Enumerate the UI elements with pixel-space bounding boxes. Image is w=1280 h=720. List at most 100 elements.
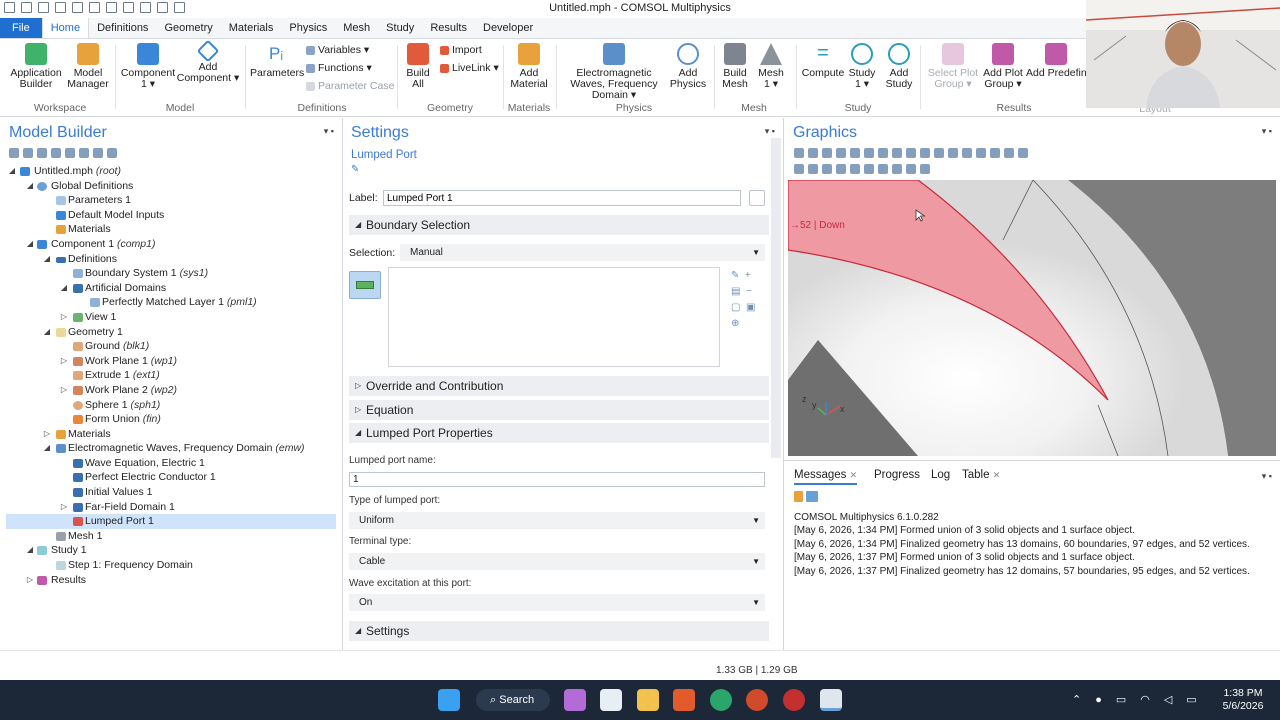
tab-geometry[interactable]: Geometry	[156, 18, 220, 38]
copy-selection-icon[interactable]: ▤ −	[731, 284, 767, 300]
tab-log[interactable]: Log	[931, 469, 950, 481]
terminal-type-dropdown[interactable]: Cable ▼	[349, 553, 765, 570]
tree-node-study-1[interactable]: ◢ Study 1	[6, 543, 336, 558]
reset-view-icon[interactable]	[934, 148, 944, 158]
tree-options-icon[interactable]	[93, 148, 103, 158]
tree-node-work-plane-2[interactable]: ▷ Work Plane 2 (wp2)	[6, 383, 336, 398]
panel-menu-icon[interactable]: ▾ ▪	[1262, 471, 1272, 482]
tree-node-default-model-inputs[interactable]: Default Model Inputs	[6, 208, 336, 223]
tree-node-work-plane-1[interactable]: ▷ Work Plane 1 (wp1)	[6, 354, 336, 369]
tree-node-mesh-1[interactable]: Mesh 1	[6, 529, 336, 544]
scene-light-icon[interactable]	[878, 164, 888, 174]
tab-definitions[interactable]: Definitions	[89, 18, 156, 38]
parameters-button[interactable]: Pᵢ Parameters	[250, 43, 304, 79]
port-type-dropdown[interactable]: Uniform ▼	[349, 512, 765, 529]
tab-file[interactable]: File	[0, 18, 42, 38]
tree-node-initial-values[interactable]: Initial Values 1	[6, 485, 336, 500]
selection-toggle-button[interactable]	[349, 271, 381, 299]
section-boundary-selection[interactable]: ◢ Boundary Selection	[349, 215, 769, 235]
zoom-selection-icon[interactable]	[850, 148, 860, 158]
view-xy-icon[interactable]	[878, 148, 888, 158]
render-icon[interactable]	[948, 148, 958, 158]
panel-menu-icon[interactable]: ▾ ▪	[1262, 126, 1272, 137]
tab-study[interactable]: Study	[378, 18, 422, 38]
label-input[interactable]	[383, 190, 741, 206]
messages-options-icon[interactable]	[806, 491, 819, 502]
store-icon[interactable]	[600, 689, 622, 711]
tab-mesh[interactable]: Mesh	[335, 18, 378, 38]
refresh-icon[interactable]	[892, 164, 902, 174]
clear-selection-icon[interactable]: ▢ ▣	[731, 300, 767, 316]
boundary-icon[interactable]	[864, 164, 874, 174]
graphics-toolbar-row-2[interactable]	[794, 164, 1094, 177]
start-icon[interactable]	[438, 689, 460, 711]
lights-icon[interactable]	[962, 148, 972, 158]
functions-button[interactable]: Functions ▾	[306, 62, 372, 74]
section-equation[interactable]: ▷ Equation	[349, 400, 769, 420]
tree-node-wave-equation[interactable]: Wave Equation, Electric 1	[6, 456, 336, 471]
tree-node-emw[interactable]: ◢ Electromagnetic Waves, Frequency Domain…	[6, 441, 336, 456]
layout-icon[interactable]	[794, 164, 804, 174]
zoom-in-icon[interactable]	[794, 148, 804, 158]
tree-node-ground[interactable]: Ground (blk1)	[6, 339, 336, 354]
settings-scrollbar[interactable]	[771, 138, 781, 458]
panel-menu-icon[interactable]: ▾ ▪	[765, 126, 775, 137]
add-plot-group-button[interactable]: Add Plot Group ▾	[982, 43, 1024, 90]
add-component-button[interactable]: Add Component ▾	[176, 39, 240, 84]
tree-node-pec[interactable]: Perfect Electric Conductor 1	[6, 470, 336, 485]
build-all-button[interactable]: Build All	[400, 43, 436, 90]
selection-list[interactable]	[388, 267, 720, 367]
section-override-contribution[interactable]: ▷ Override and Contribution	[349, 376, 769, 396]
tree-node-artificial-domains[interactable]: ◢ Artificial Domains	[6, 281, 336, 296]
tree-node-parameters[interactable]: Parameters 1	[6, 193, 336, 208]
tab-materials[interactable]: Materials	[221, 18, 282, 38]
transparency-icon[interactable]	[990, 148, 1000, 158]
paste-selection-icon[interactable]: ✎ +	[731, 268, 767, 284]
parameter-case-button[interactable]: Parameter Case	[306, 80, 394, 92]
model-builder-toolbar[interactable]	[9, 148, 121, 161]
port-name-input[interactable]: 1	[349, 472, 765, 487]
system-tray-icons[interactable]: ⌃●▭◠◁▭	[1072, 693, 1211, 706]
panel-menu-icon[interactable]: ▾ ▪	[324, 126, 334, 137]
mesh-1-button[interactable]: Mesh 1 ▾	[754, 43, 788, 90]
component-button[interactable]: Component 1 ▾	[120, 43, 176, 90]
edge-icon[interactable]	[710, 689, 732, 711]
select-all-icon[interactable]	[850, 164, 860, 174]
copilot-icon[interactable]	[564, 689, 586, 711]
app-icon[interactable]	[783, 689, 805, 711]
expand-icon[interactable]	[65, 148, 75, 158]
zoom-out-icon[interactable]	[808, 148, 818, 158]
rotate-icon[interactable]	[864, 148, 874, 158]
add-material-button[interactable]: Add Material	[506, 43, 552, 90]
zoom-to-selection-icon[interactable]: ⊕	[731, 316, 767, 332]
grid-icon[interactable]	[107, 148, 117, 158]
tree-node-study-step-1[interactable]: Step 1: Frequency Domain	[6, 558, 336, 573]
tree-node-boundary-system[interactable]: Boundary System 1 (sys1)	[6, 266, 336, 281]
graphics-canvas[interactable]: x y z →52 | Down	[788, 180, 1276, 456]
select-icon[interactable]	[920, 148, 930, 158]
move-up-icon[interactable]	[37, 148, 47, 158]
powerpoint-icon[interactable]	[746, 689, 768, 711]
tab-physics[interactable]: Physics	[281, 18, 335, 38]
tree-node-component-1[interactable]: ◢ Component 1 (comp1)	[6, 237, 336, 252]
tree-node-sphere-1[interactable]: Sphere 1 (sph1)	[6, 398, 336, 413]
taskbar-clock[interactable]: 1:38 PM 5/6/2026	[1218, 687, 1268, 713]
tree-node-global-definitions[interactable]: ◢ Global Definitions	[6, 179, 336, 194]
tab-messages[interactable]: Messages ✕	[794, 469, 858, 485]
selection-mode-icon[interactable]	[808, 164, 818, 174]
section-lumped-port-properties[interactable]: ◢ Lumped Port Properties	[349, 423, 769, 443]
taskbar-search[interactable]: ⌕ Search	[476, 689, 550, 711]
add-physics-button[interactable]: Add Physics	[668, 43, 708, 90]
tab-home[interactable]: Home	[41, 18, 90, 38]
zoom-extents-icon[interactable]	[836, 148, 846, 158]
variables-button[interactable]: Variables ▾	[306, 44, 369, 56]
add-predefined-plot-button[interactable]: Add Predefined Pl	[1026, 43, 1086, 79]
study-1-button[interactable]: Study 1 ▾	[846, 43, 878, 90]
box-select-icon[interactable]	[836, 164, 846, 174]
application-builder-button[interactable]: Application Builder	[6, 43, 66, 90]
model-manager-button[interactable]: Model Manager	[66, 43, 110, 90]
print-icon[interactable]	[1018, 148, 1028, 158]
graphics-toolbar-row-1[interactable]	[794, 148, 1264, 161]
build-mesh-button[interactable]: Build Mesh	[718, 43, 752, 90]
select-plot-group-button[interactable]: Select Plot Group ▾	[924, 43, 982, 90]
